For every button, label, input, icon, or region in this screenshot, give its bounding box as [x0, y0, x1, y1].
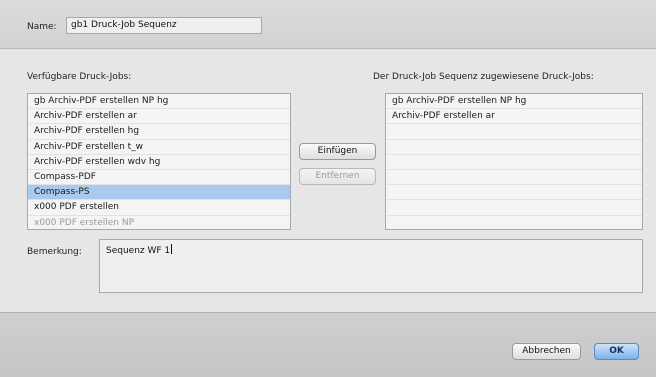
assigned-empty-row: [386, 170, 642, 186]
available-job-item[interactable]: Archiv-PDF erstellen ar: [28, 109, 290, 125]
available-job-item[interactable]: Compass-PDF: [28, 170, 290, 186]
available-jobs-label: Verfügbare Druck-Jobs:: [27, 72, 132, 82]
remark-text: Sequenz WF 1: [106, 246, 171, 256]
name-label: Name:: [27, 22, 57, 32]
name-field[interactable]: gb1 Druck-Job Sequenz: [66, 17, 262, 34]
cancel-button[interactable]: Abbrechen: [512, 343, 581, 360]
available-job-item[interactable]: Archiv-PDF erstellen hg: [28, 124, 290, 140]
available-job-item[interactable]: Archiv-PDF erstellen wdv hg: [28, 155, 290, 170]
remark-label: Bemerkung:: [27, 247, 82, 257]
ok-button[interactable]: OK: [594, 343, 639, 360]
insert-button[interactable]: Einfügen: [299, 143, 376, 160]
assigned-jobs-list[interactable]: gb Archiv-PDF erstellen NP hg Archiv-PDF…: [385, 93, 643, 230]
available-job-item[interactable]: x000 PDF erstellen: [28, 200, 290, 216]
assigned-empty-row: [386, 155, 642, 170]
available-job-item-selected[interactable]: Compass-PS: [28, 185, 290, 201]
assigned-empty-row: [386, 200, 642, 216]
assigned-job-item[interactable]: Archiv-PDF erstellen ar: [386, 109, 642, 125]
assigned-empty-row: [386, 185, 642, 201]
assigned-jobs-label: Der Druck-Job Sequenz zugewiesene Druck-…: [373, 72, 594, 82]
assigned-empty-row: [386, 216, 642, 230]
assigned-empty-row: [386, 124, 642, 140]
available-jobs-list[interactable]: gb Archiv-PDF erstellen NP hg Archiv-PDF…: [27, 93, 291, 230]
available-job-item[interactable]: gb Archiv-PDF erstellen NP hg: [28, 94, 290, 110]
remark-textarea[interactable]: Sequenz WF 1: [99, 239, 643, 293]
assigned-job-item[interactable]: gb Archiv-PDF erstellen NP hg: [386, 94, 642, 110]
remove-button[interactable]: Entfernen: [299, 168, 376, 185]
text-caret: [171, 244, 173, 254]
available-job-item[interactable]: x000 PDF erstellen NP: [28, 216, 290, 230]
available-job-item[interactable]: Archiv-PDF erstellen t_w: [28, 140, 290, 155]
assigned-empty-row: [386, 140, 642, 155]
